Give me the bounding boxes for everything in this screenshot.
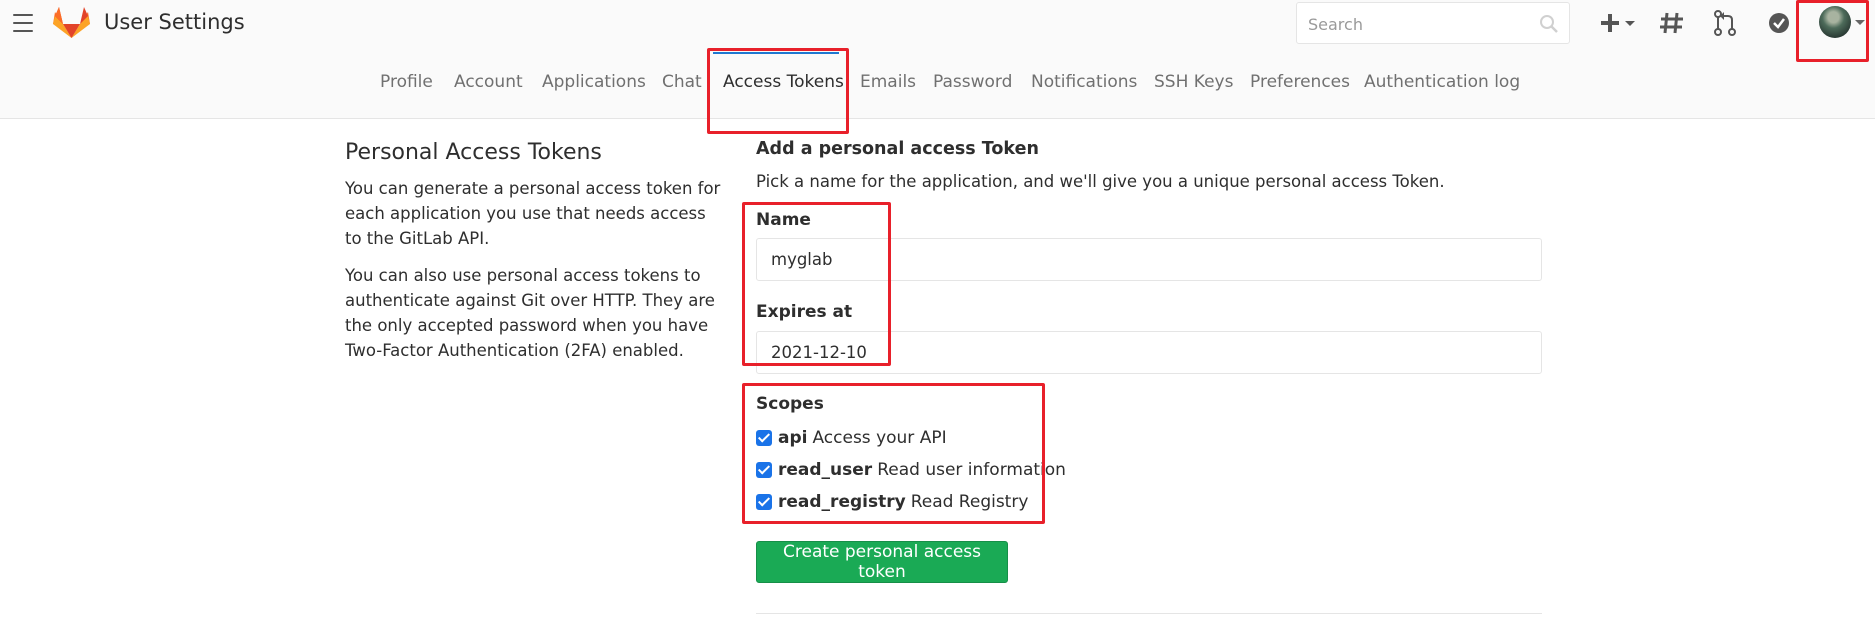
scope-api-checkbox[interactable]: [756, 430, 772, 446]
tab-ssh-keys[interactable]: SSH Keys: [1154, 72, 1233, 92]
scope-name: read_user: [778, 460, 873, 480]
tab-preferences[interactable]: Preferences: [1250, 72, 1350, 92]
section-title: Personal Access Tokens: [345, 140, 602, 165]
tab-account[interactable]: Account: [454, 72, 523, 92]
name-field[interactable]: [757, 239, 1541, 280]
menu-icon[interactable]: [13, 14, 33, 32]
tab-access-tokens[interactable]: Access Tokens: [723, 72, 844, 92]
avatar[interactable]: [1819, 6, 1851, 38]
todo-icon[interactable]: [1765, 8, 1793, 38]
scope-description: Read Registry: [910, 492, 1029, 512]
form-title: Add a personal access Token: [756, 139, 1039, 159]
scope-read-registry-checkbox[interactable]: [756, 494, 772, 510]
scopes-label: Scopes: [756, 394, 824, 414]
scope-read-user-checkbox[interactable]: [756, 462, 772, 478]
search-input[interactable]: [1308, 13, 1528, 35]
search-box[interactable]: [1296, 2, 1570, 44]
scope-api[interactable]: api Access your API: [756, 426, 947, 450]
scope-name: read_registry: [778, 492, 906, 512]
plus-icon[interactable]: [1595, 8, 1641, 38]
divider: [756, 613, 1542, 614]
scope-name: api: [778, 428, 808, 448]
chevron-down-icon[interactable]: [1855, 20, 1865, 25]
expires-field[interactable]: [757, 332, 1541, 373]
search-icon[interactable]: [1539, 14, 1559, 34]
scope-description: Access your API: [812, 428, 947, 448]
section-description: You can generate a personal access token…: [345, 179, 721, 248]
tab-profile[interactable]: Profile: [380, 72, 433, 92]
tab-emails[interactable]: Emails: [860, 72, 916, 92]
tab-applications[interactable]: Applications: [542, 72, 646, 92]
merge-request-icon[interactable]: [1711, 8, 1739, 38]
scope-description: Read user information: [877, 460, 1066, 480]
tab-password[interactable]: Password: [933, 72, 1012, 92]
settings-tabs: Profile Account Applications Chat Access…: [0, 62, 1875, 119]
name-field-wrapper: [756, 238, 1542, 281]
tab-authentication-log[interactable]: Authentication log: [1364, 72, 1520, 92]
create-token-button[interactable]: Create personal access token: [756, 541, 1008, 583]
active-tab-indicator: [713, 52, 839, 54]
expires-label: Expires at: [756, 302, 853, 322]
app-title: User Settings: [104, 10, 245, 34]
top-navbar: User Settings Search Profile Account App…: [0, 0, 1875, 119]
form-help: Pick a name for the application, and we'…: [756, 172, 1445, 191]
name-label: Name: [756, 210, 811, 230]
gitlab-logo[interactable]: [53, 4, 90, 40]
tab-chat[interactable]: Chat: [662, 72, 702, 92]
expires-field-wrapper: [756, 331, 1542, 374]
scope-read-registry[interactable]: read_registry Read Registry: [756, 490, 1028, 514]
hash-icon[interactable]: [1658, 8, 1686, 38]
section-description-2fa: You can also use personal access tokens …: [345, 266, 715, 360]
tab-notifications[interactable]: Notifications: [1031, 72, 1137, 92]
scope-read-user[interactable]: read_user Read user information: [756, 458, 1066, 482]
